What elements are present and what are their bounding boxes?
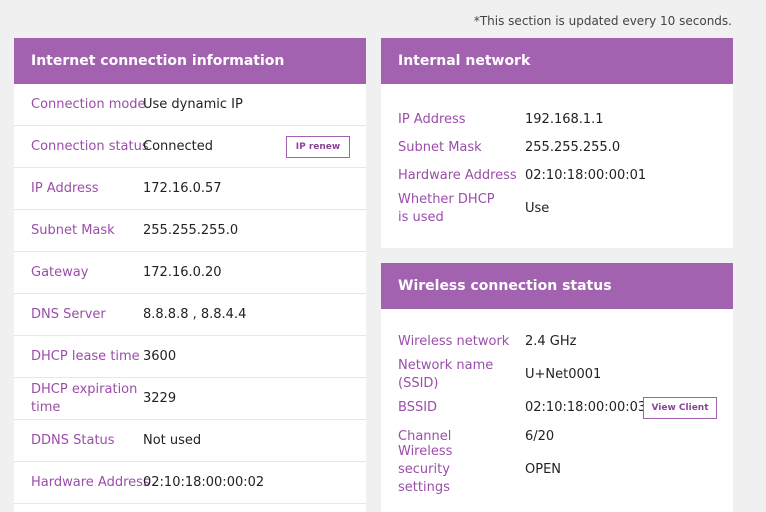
row-label: Connection status [31, 138, 149, 154]
internet-connection-panel: Internet connection information Connecti… [14, 38, 366, 512]
wireless-network-row: Wireless network 2.4 GHz [381, 331, 733, 353]
wireless-ssid-row: Network name (SSID) U+Net0001 [381, 353, 733, 397]
row-value: Use [525, 201, 550, 216]
internal-subnet-row: Subnet Mask 255.255.255.0 [381, 134, 733, 162]
row-label: DDNS Status [31, 432, 115, 448]
row-value: 255.255.255.0 [143, 222, 239, 238]
row-value: 255.255.255.0 [525, 140, 621, 155]
dhcp-expiration-time-row: DHCP expiration time 3229 [14, 378, 366, 420]
row-value: 02:10:18:00:00:03 [525, 400, 647, 415]
row-label: DNS Server [31, 306, 106, 322]
row-label: Whether DHCP is used [398, 192, 495, 225]
row-value: 172.16.0.20 [143, 264, 222, 280]
update-notice: *This section is updated every 10 second… [473, 14, 732, 28]
wireless-panel-title: Wireless connection status [381, 263, 733, 309]
row-label: DHCP expiration time [31, 381, 138, 415]
row-label: Subnet Mask [31, 222, 115, 238]
row-value: Not used [143, 432, 202, 448]
row-value: 3600 [143, 348, 177, 364]
internet-panel-title: Internet connection information [14, 38, 366, 84]
row-value: 3229 [143, 390, 177, 406]
ip-renew-button[interactable]: IP renew [286, 136, 350, 158]
row-value: 6/20 [525, 429, 555, 444]
row-label: Hardware Address [31, 474, 150, 490]
subnet-mask-row: Subnet Mask 255.255.255.0 [14, 210, 366, 252]
internal-dhcp-row: Whether DHCP is used Use [381, 190, 733, 228]
row-label: Wireless security settings [398, 444, 453, 495]
row-label: Connection mode [31, 96, 146, 112]
row-value: Connected [143, 138, 214, 154]
row-label: IP Address [398, 112, 466, 127]
row-label: IP Address [31, 180, 99, 196]
status-page: *This section is updated every 10 second… [0, 0, 766, 512]
gateway-row: Gateway 172.16.0.20 [14, 252, 366, 294]
row-label: DHCP lease time [31, 348, 140, 364]
row-value: 192.168.1.1 [525, 112, 604, 127]
row-value: OPEN [525, 462, 562, 477]
hardware-address-row: Hardware Address 02:10:18:00:00:02 [14, 462, 366, 504]
wireless-status-panel: Wireless connection status Wireless netw… [381, 263, 733, 512]
row-value: 8.8.8.8 , 8.8.4.4 [143, 306, 247, 322]
internal-network-panel: Internal network IP Address 192.168.1.1 … [381, 38, 733, 248]
ip-address-row: IP Address 172.16.0.57 [14, 168, 366, 210]
wireless-bssid-row: BSSID 02:10:18:00:00:03 View Client [381, 397, 733, 419]
connection-mode-row: Connection mode Use dynamic IP [14, 84, 366, 126]
wireless-security-row: Wireless security settings OPEN [381, 444, 733, 495]
row-label: Hardware Address [398, 168, 517, 183]
row-value: U+Net0001 [525, 367, 602, 382]
dhcp-lease-time-row: DHCP lease time 3600 [14, 336, 366, 378]
internal-panel-title: Internal network [381, 38, 733, 84]
row-label: Subnet Mask [398, 140, 482, 155]
dns-server-row: DNS Server 8.8.8.8 , 8.8.4.4 [14, 294, 366, 336]
row-value: 02:10:18:00:00:01 [525, 168, 647, 183]
row-value: 02:10:18:00:00:02 [143, 474, 265, 490]
row-label: Wireless network [398, 334, 510, 349]
row-value: 2.4 GHz [525, 334, 577, 349]
view-client-button[interactable]: View Client [643, 397, 717, 419]
row-label: Network name (SSID) [398, 358, 494, 391]
ddns-status-row: DDNS Status Not used [14, 420, 366, 462]
connection-status-row: Connection status Connected IP renew [14, 126, 366, 168]
row-value: Use dynamic IP [143, 96, 243, 112]
row-label: BSSID [398, 400, 438, 415]
internal-hardware-row: Hardware Address 02:10:18:00:00:01 [381, 162, 733, 190]
row-label: Gateway [31, 264, 89, 280]
row-value: 172.16.0.57 [143, 180, 222, 196]
internal-ip-row: IP Address 192.168.1.1 [381, 106, 733, 134]
